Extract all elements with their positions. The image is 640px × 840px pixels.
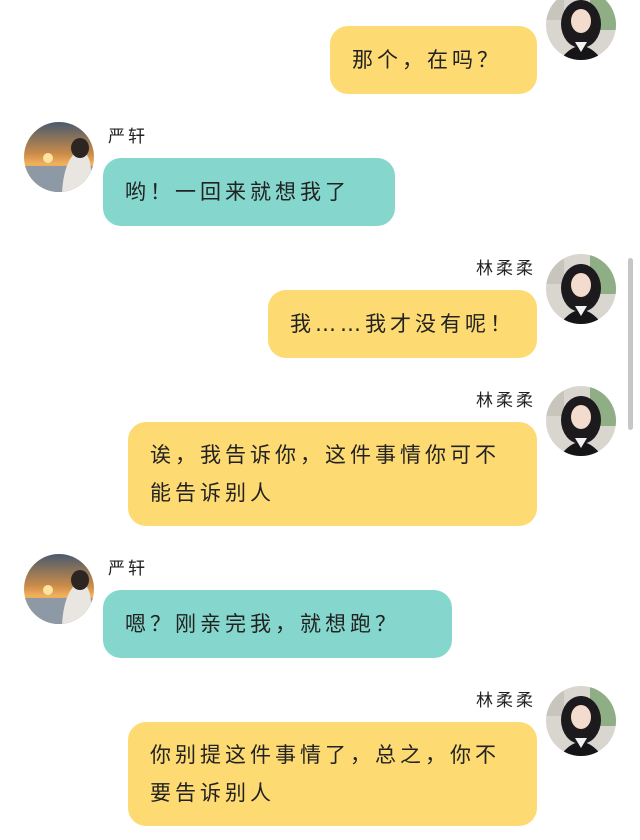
message-text-2: 哟！一回来就想我了 [125, 180, 350, 204]
message-bubble-2[interactable]: 哟！一回来就想我了 [103, 158, 395, 226]
my-name: 林柔柔 [476, 259, 536, 279]
my-name: 林柔柔 [476, 391, 536, 411]
my-avatar[interactable] [546, 0, 616, 60]
message-text-5: 嗯？刚亲完我，就想跑？ [125, 612, 400, 636]
contact-name: 严轩 [108, 559, 148, 579]
message-bubble-3[interactable]: 我……我才没有呢！ [268, 290, 537, 358]
my-avatar[interactable] [546, 686, 616, 756]
my-avatar[interactable] [546, 254, 616, 324]
contact-avatar[interactable] [24, 554, 94, 624]
scrollbar[interactable] [628, 258, 633, 430]
message-bubble-1[interactable]: 那个，在吗？ [330, 26, 537, 94]
message-bubble-4[interactable]: 诶，我告诉你，这件事情你可不能告诉别人 [128, 422, 537, 526]
contact-name: 严轩 [108, 127, 148, 147]
message-text-3: 我……我才没有呢！ [290, 312, 515, 336]
my-name: 林柔柔 [476, 691, 536, 711]
message-text-4: 诶，我告诉你，这件事情你可不能告诉别人 [150, 443, 500, 505]
message-text-1: 那个，在吗？ [352, 48, 502, 72]
message-text-6: 你别提这件事情了，总之，你不要告诉别人 [150, 743, 500, 805]
message-bubble-6[interactable]: 你别提这件事情了，总之，你不要告诉别人 [128, 722, 537, 826]
my-avatar[interactable] [546, 386, 616, 456]
chat-thread: 那个，在吗？ 严轩 哟！一回来就想我了 林柔柔 我……我才没有呢！ 林柔柔 诶，… [0, 0, 640, 840]
contact-avatar[interactable] [24, 122, 94, 192]
message-bubble-5[interactable]: 嗯？刚亲完我，就想跑？ [103, 590, 452, 658]
